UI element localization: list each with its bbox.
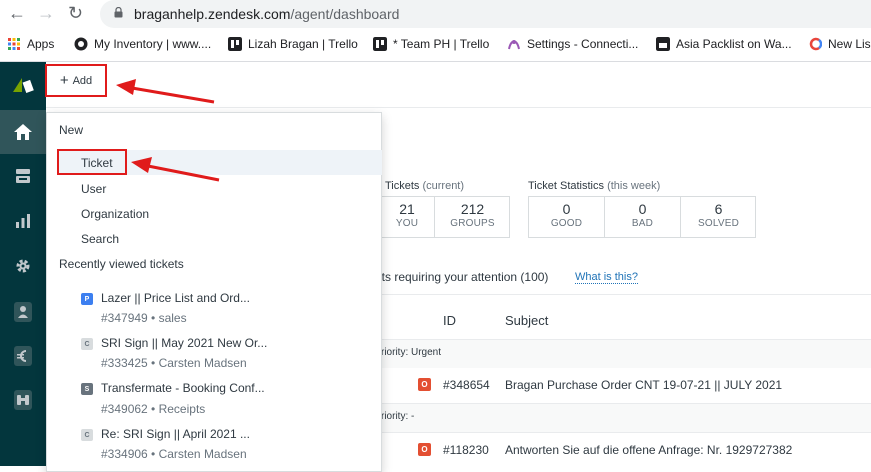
menu-item-user[interactable]: User [81,182,106,196]
inventory-icon [74,37,88,51]
bookmark-asia-packlist[interactable]: Asia Packlist on Wa... [656,37,792,51]
bar-chart-icon [16,214,30,228]
stat-good-cell: 0 GOOD [550,201,583,229]
bookmarks-bar: Apps My Inventory | www.... Lizah Bragan… [0,28,871,62]
tickets-you-cell[interactable]: 21 YOU [381,197,433,237]
zendesk-sidebar [0,62,46,466]
agent-top-bar [46,62,871,108]
bookmark-new-list[interactable]: New Lis [808,37,871,51]
reload-icon[interactable]: ↻ [68,4,83,22]
ticket-status-badge: C [81,429,93,441]
views-icon [16,169,30,183]
column-header-subject[interactable]: Subject [505,313,548,328]
sidebar-app-euro[interactable] [0,334,46,378]
menu-item-search[interactable]: Search [81,232,119,246]
bookmark-trello-lizah[interactable]: Lizah Bragan | Trello [228,37,358,51]
sidebar-app-user[interactable] [0,290,46,334]
open-tickets-box: 21 YOU 212 GROUPS [360,196,510,238]
sidebar-views[interactable] [0,154,46,198]
url-text: braganhelp.zendesk.com/agent/dashboard [134,6,400,22]
open-status-badge: O [418,443,431,456]
ticket-statistics-label: Ticket Statistics (this week) [528,180,661,192]
recent-ticket-meta: #333425 • Carsten Madsen [101,356,247,370]
recent-ticket-meta: #347949 • sales [101,311,187,325]
sidebar-home[interactable] [0,110,46,154]
recent-ticket-title[interactable]: SRI Sign || May 2021 New Or... [101,336,267,350]
attention-heading: ets requiring your attention (100) [375,270,549,284]
settings-icon [508,40,520,50]
open-status-badge: O [418,378,431,391]
new-list-icon [809,37,822,51]
zendesk-logo[interactable] [0,62,46,106]
ticket-annotation-box [57,149,127,175]
ticket-status-badge: S [81,383,93,395]
recent-ticket-meta: #349062 • Receipts [101,402,206,416]
zendesk-logo-icon [13,78,34,93]
menu-heading-recent: Recently viewed tickets [59,257,184,271]
euro-app-icon [14,346,32,366]
warehouse-icon [656,37,670,51]
ticket-subject[interactable]: Antworten Sie auf die offene Anfrage: Nr… [505,443,792,457]
bookmark-inventory[interactable]: My Inventory | www.... [74,37,211,51]
bookmark-settings[interactable]: Settings - Connecti... [507,37,638,51]
apps-grid-icon [8,38,20,50]
group-row-none: riority: - [381,404,871,432]
recent-ticket-title[interactable]: Transfermate - Booking Conf... [101,381,265,395]
trello-icon [228,37,242,51]
open-tickets-label: n Tickets (current) [376,180,465,192]
tickets-groups-cell[interactable]: 212 GROUPS [435,197,510,237]
recent-ticket-meta: #334906 • Carsten Madsen [101,447,247,461]
plus-icon: + [59,72,69,89]
sidebar-app-binoculars[interactable] [0,378,46,422]
gear-icon [16,259,30,273]
column-header-id[interactable]: ID [443,313,456,328]
menu-heading-new: New [59,123,84,137]
stat-solved-cell: 6 SOLVED [697,201,740,229]
home-icon [14,124,32,140]
ticket-subject[interactable]: Bragan Purchase Order CNT 19-07-21 || JU… [505,378,782,392]
sidebar-admin[interactable] [0,244,46,288]
forward-arrow-icon[interactable]: → [37,4,55,22]
ticket-status-badge: C [81,338,93,350]
sidebar-reporting[interactable] [0,199,46,243]
recent-ticket-title[interactable]: Lazer || Price List and Ord... [101,291,250,305]
group-row-urgent: riority: Urgent [381,340,871,368]
browser-toolbar: ← → ↻ braganhelp.zendesk.com/agent/dashb… [0,0,871,28]
recent-ticket-title[interactable]: Re: SRI Sign || April 2021 ... [101,427,250,441]
stat-bad-cell: 0 BAD [631,201,654,229]
user-app-icon [14,302,32,322]
ticket-id[interactable]: #118230 [443,443,489,457]
bookmark-apps[interactable]: Apps [7,37,54,51]
trello-icon [373,37,387,51]
what-is-this-link[interactable]: What is this? [575,271,638,284]
back-arrow-icon[interactable]: ← [8,4,26,22]
bookmark-trello-team[interactable]: * Team PH | Trello [373,37,489,51]
ticket-status-badge: P [81,293,93,305]
ticket-statistics-box: 0 GOOD 0 BAD 6 SOLVED [528,196,756,238]
binoculars-icon [14,390,32,410]
menu-item-organization[interactable]: Organization [81,207,149,221]
lock-icon [114,7,123,18]
ticket-id[interactable]: #348654 [443,378,490,392]
address-bar[interactable]: braganhelp.zendesk.com/agent/dashboard [100,0,871,28]
add-button[interactable]: + Add [45,64,107,97]
